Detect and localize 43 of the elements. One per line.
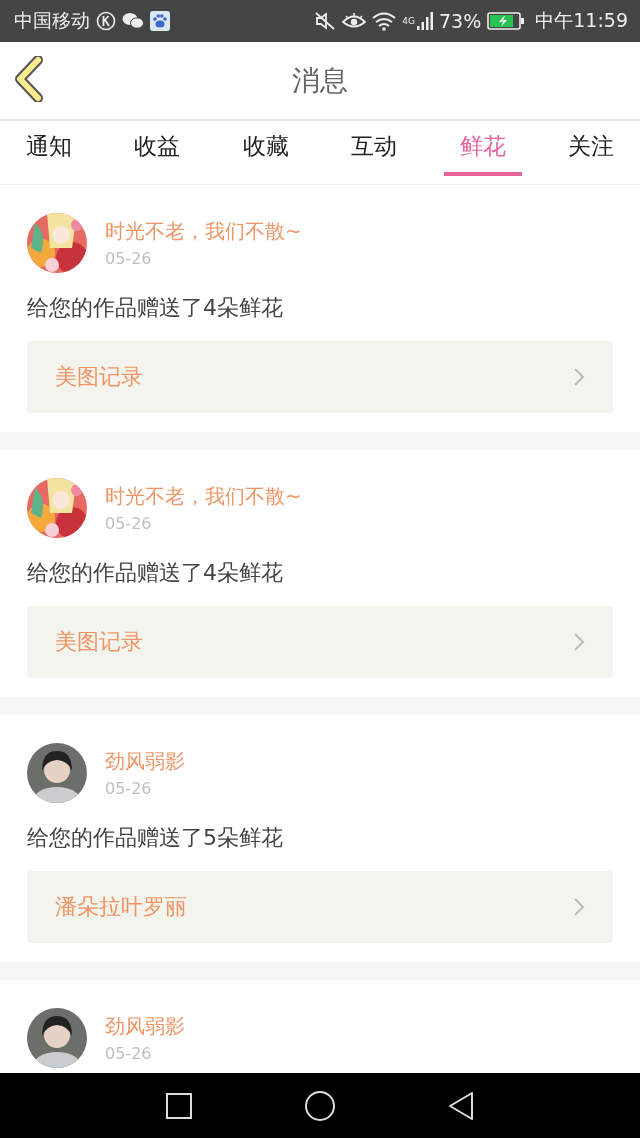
message-text: 给您的作品赠送了5朵鲜花: [27, 824, 284, 852]
message-date: 05-26: [105, 779, 153, 798]
battery-charging-icon: [487, 12, 526, 30]
chevron-right-icon: [573, 632, 585, 652]
sender-name[interactable]: 时光不老，我们不散~: [105, 218, 302, 245]
avatar-silhouette: [27, 1008, 87, 1068]
k-circle-icon: [96, 11, 116, 31]
sender-name[interactable]: 劲风弱影: [105, 1013, 185, 1040]
tab[interactable]: 互动: [335, 121, 414, 176]
signal-icon: [417, 12, 433, 30]
home-button[interactable]: [304, 1089, 336, 1122]
avatar-silhouette: [27, 743, 87, 803]
recents-button[interactable]: [165, 1091, 194, 1120]
eye-icon: [342, 12, 367, 30]
sender-name[interactable]: 时光不老，我们不散~: [105, 483, 302, 510]
album-link[interactable]: 潘朵拉叶罗丽: [27, 871, 613, 943]
wifi-icon: [372, 11, 397, 31]
back-chevron-icon: [14, 56, 44, 102]
album-link[interactable]: 美图记录: [27, 341, 613, 413]
message-date: 05-26: [105, 1044, 153, 1063]
tab[interactable]: 通知: [10, 121, 88, 176]
clock: 中午11:59: [535, 8, 628, 33]
tab[interactable]: 鲜花: [443, 121, 522, 176]
paw-app-icon: [150, 11, 170, 31]
message-text: 给您的作品赠送了4朵鲜花: [27, 559, 284, 587]
sender-name[interactable]: 劲风弱影: [105, 748, 185, 775]
page-title: 消息: [292, 62, 348, 99]
chat-bubbles-icon: [122, 12, 144, 30]
mute-icon: [314, 11, 337, 31]
back-nav-button[interactable]: [446, 1090, 475, 1121]
back-button[interactable]: [14, 56, 44, 102]
tab[interactable]: 关注: [551, 121, 630, 176]
message-date: 05-26: [105, 514, 153, 533]
message-date: 05-26: [105, 249, 153, 268]
network-label: 4G: [402, 16, 415, 26]
album-link[interactable]: 美图记录: [27, 606, 613, 678]
battery-percent: 73%: [439, 10, 482, 32]
chevron-right-icon: [573, 367, 585, 387]
message-text: 给您的作品赠送了4朵鲜花: [27, 294, 284, 322]
chevron-right-icon: [573, 897, 585, 917]
tab[interactable]: 收藏: [226, 121, 305, 176]
tab[interactable]: 收益: [118, 121, 197, 176]
carrier-name: 中国移动: [14, 8, 90, 33]
